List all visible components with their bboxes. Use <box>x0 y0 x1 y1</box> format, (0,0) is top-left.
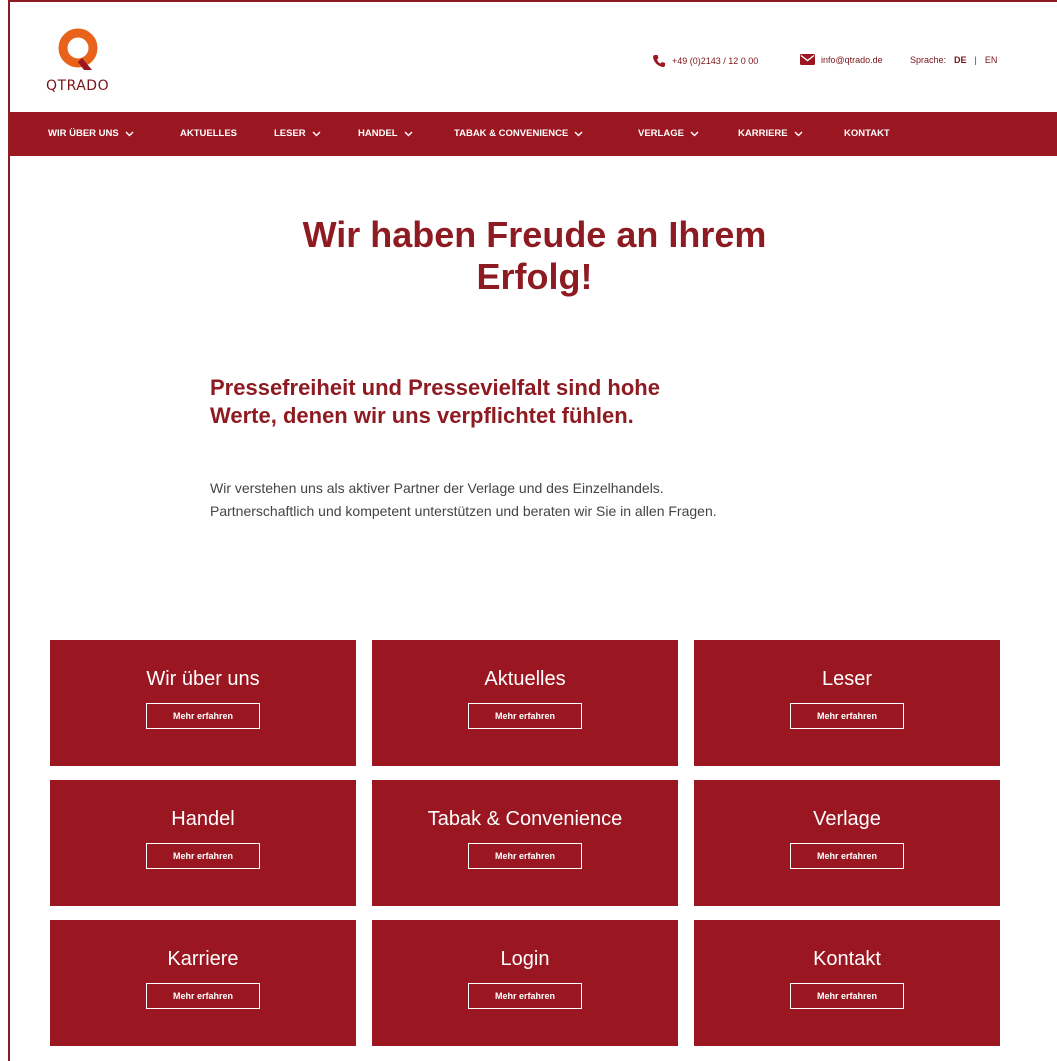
mehr-erfahren-button[interactable]: Mehr erfahren <box>790 983 904 1009</box>
mehr-erfahren-button[interactable]: Mehr erfahren <box>790 703 904 729</box>
tile-kontakt[interactable]: Kontakt Mehr erfahren <box>694 920 1000 1046</box>
email-contact[interactable]: info@qtrado.de <box>800 54 883 65</box>
mehr-erfahren-button[interactable]: Mehr erfahren <box>146 843 260 869</box>
tile-tabak-convenience[interactable]: Tabak & Convenience Mehr erfahren <box>372 780 678 906</box>
mehr-erfahren-button[interactable]: Mehr erfahren <box>790 843 904 869</box>
page-frame: QTRADO +49 (0)2143 / 12 0 00 info@qtrado… <box>8 0 1057 1061</box>
tile-title: Aktuelles <box>484 668 566 690</box>
nav-aktuelles[interactable]: AKTUELLES <box>180 128 237 139</box>
nav-label: HANDEL <box>358 128 398 139</box>
intro-text: Wir verstehen uns als aktiver Partner de… <box>210 477 910 523</box>
tile-login[interactable]: Login Mehr erfahren <box>372 920 678 1046</box>
language-en[interactable]: EN <box>985 55 998 65</box>
logo-text: QTRADO <box>46 78 110 94</box>
nav-label: KONTAKT <box>844 128 890 139</box>
nav-label: LESER <box>274 128 306 139</box>
language-label: Sprache: <box>910 55 947 65</box>
tile-title: Handel <box>171 808 235 830</box>
nav-label: VERLAGE <box>638 128 684 139</box>
mehr-erfahren-button[interactable]: Mehr erfahren <box>468 983 582 1009</box>
tile-title: Wir über uns <box>146 668 260 690</box>
language-separator: | <box>974 55 977 65</box>
tile-title: Verlage <box>813 808 881 830</box>
mehr-erfahren-button[interactable]: Mehr erfahren <box>146 983 260 1009</box>
intro-line2: Partnerschaftlich und kompetent unterstü… <box>210 503 717 519</box>
mail-icon <box>800 54 815 65</box>
phone-number: +49 (0)2143 / 12 0 00 <box>672 56 759 66</box>
nav-label: KARRIERE <box>738 128 788 139</box>
subhead-line1: Pressefreiheit und Pressevielfalt sind h… <box>210 375 660 400</box>
nav-verlage[interactable]: VERLAGE <box>638 128 699 139</box>
tile-leser[interactable]: Leser Mehr erfahren <box>694 640 1000 766</box>
chevron-down-icon <box>312 131 321 136</box>
tile-handel[interactable]: Handel Mehr erfahren <box>50 780 356 906</box>
tile-title: Karriere <box>167 948 239 970</box>
nav-label: TABAK & CONVENIENCE <box>454 128 569 139</box>
chevron-down-icon <box>404 131 413 136</box>
tile-aktuelles[interactable]: Aktuelles Mehr erfahren <box>372 640 678 766</box>
nav-wir-ueber-uns[interactable]: WIR ÜBER UNS <box>48 128 134 139</box>
hero-title: Wir haben Freude an Ihrem Erfolg! <box>10 214 1057 298</box>
chevron-down-icon <box>125 131 134 136</box>
nav-label: AKTUELLES <box>180 128 237 139</box>
intro-line1: Wir verstehen uns als aktiver Partner de… <box>210 480 664 496</box>
tile-title: Login <box>500 948 550 970</box>
main-nav: WIR ÜBER UNS AKTUELLES LESER HANDEL TABA… <box>10 112 1057 156</box>
nav-handel[interactable]: HANDEL <box>358 128 413 139</box>
mehr-erfahren-button[interactable]: Mehr erfahren <box>468 843 582 869</box>
tile-title: Tabak & Convenience <box>427 808 623 830</box>
tile-verlage[interactable]: Verlage Mehr erfahren <box>694 780 1000 906</box>
site-header: QTRADO +49 (0)2143 / 12 0 00 info@qtrado… <box>10 2 1057 112</box>
tile-title: Kontakt <box>813 948 881 970</box>
tile-karriere[interactable]: Karriere Mehr erfahren <box>50 920 356 1046</box>
nav-tabak-convenience[interactable]: TABAK & CONVENIENCE <box>454 128 583 139</box>
hero-title-line2: Erfolg! <box>476 256 593 297</box>
phone-contact[interactable]: +49 (0)2143 / 12 0 00 <box>652 54 758 68</box>
hero-title-line1: Wir haben Freude an Ihrem <box>302 214 767 255</box>
nav-label: WIR ÜBER UNS <box>48 128 119 139</box>
nav-kontakt[interactable]: KONTAKT <box>844 128 890 139</box>
nav-leser[interactable]: LESER <box>274 128 321 139</box>
language-de[interactable]: DE <box>954 55 967 65</box>
chevron-down-icon <box>574 131 583 136</box>
nav-karriere[interactable]: KARRIERE <box>738 128 803 139</box>
tile-wir-ueber-uns[interactable]: Wir über uns Mehr erfahren <box>50 640 356 766</box>
tile-title: Leser <box>821 668 873 690</box>
language-switcher: Sprache: DE | EN <box>910 55 997 65</box>
mehr-erfahren-button[interactable]: Mehr erfahren <box>146 703 260 729</box>
qtrado-logo[interactable]: QTRADO <box>46 28 126 98</box>
logo-mark-icon <box>58 28 98 70</box>
hero-subheading: Pressefreiheit und Pressevielfalt sind h… <box>210 374 850 430</box>
chevron-down-icon <box>690 131 699 136</box>
chevron-down-icon <box>794 131 803 136</box>
email-address: info@qtrado.de <box>821 54 883 65</box>
phone-icon <box>653 55 665 67</box>
mehr-erfahren-button[interactable]: Mehr erfahren <box>468 703 582 729</box>
subhead-line2: Werte, denen wir uns verpflichtet fühlen… <box>210 403 634 428</box>
